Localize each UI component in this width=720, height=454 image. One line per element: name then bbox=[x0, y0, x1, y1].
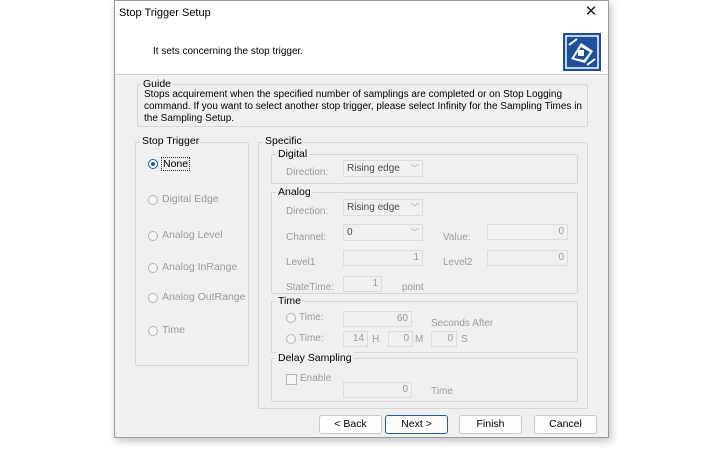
radio-none-button[interactable] bbox=[148, 159, 158, 169]
radio-time-label: Time bbox=[162, 324, 185, 336]
time-clock-radio-button[interactable] bbox=[286, 334, 296, 344]
cancel-button[interactable]: Cancel bbox=[534, 415, 597, 434]
wizard-header: It sets concerning the stop trigger. bbox=[115, 24, 608, 75]
value-label: Value: bbox=[443, 232, 471, 243]
channel-label: Channel: bbox=[286, 232, 327, 243]
seconds-unit: S bbox=[461, 334, 468, 345]
radio-analog-outrange-button[interactable] bbox=[148, 293, 158, 303]
delay-sampling-legend: Delay Sampling bbox=[276, 352, 354, 364]
radio-analog-outrange-label: Analog OutRange bbox=[162, 291, 246, 303]
level1-label: Level1 bbox=[286, 257, 316, 268]
hours-unit: H bbox=[372, 334, 380, 345]
radio-analog-outrange[interactable]: Analog OutRange bbox=[148, 291, 246, 305]
level1-field[interactable]: 1 bbox=[343, 250, 423, 266]
time-clock-radio-label: Time: bbox=[299, 333, 324, 344]
time-clock-radio[interactable]: Time: bbox=[286, 333, 336, 346]
next-button[interactable]: Next > bbox=[385, 415, 448, 434]
digital-direction-label: Direction: bbox=[286, 167, 329, 178]
seconds-after-label: Seconds After bbox=[431, 318, 494, 329]
radio-time[interactable]: Time bbox=[148, 324, 238, 338]
channel-value: 0 bbox=[347, 227, 353, 238]
wizard-logo-icon bbox=[563, 33, 601, 71]
finish-button[interactable]: Finish bbox=[459, 415, 522, 434]
analog-legend: Analog bbox=[276, 186, 313, 198]
radio-none-label: None bbox=[161, 157, 191, 171]
radio-digital-edge[interactable]: Digital Edge bbox=[148, 193, 243, 207]
chevron-down-icon: ﹀ bbox=[411, 203, 419, 212]
radio-analog-level-button[interactable] bbox=[148, 231, 158, 241]
stop-trigger-legend: Stop Trigger bbox=[140, 135, 202, 147]
time-seconds-radio-label: Time: bbox=[299, 312, 324, 323]
analog-direction-label: Direction: bbox=[286, 206, 329, 217]
minutes-field[interactable]: 0 bbox=[388, 331, 413, 347]
level2-label: Level2 bbox=[443, 257, 473, 268]
radio-digital-edge-label: Digital Edge bbox=[162, 193, 219, 205]
time-legend: Time bbox=[276, 295, 303, 307]
enable-checkbox-label: Enable bbox=[300, 373, 332, 384]
guide-text: Stops acquirement when the specified num… bbox=[144, 89, 582, 124]
radio-none[interactable]: None bbox=[148, 157, 238, 171]
window-title: Stop Trigger Setup bbox=[119, 7, 211, 19]
time-seconds-radio[interactable]: Time: bbox=[286, 312, 336, 325]
digital-legend: Digital bbox=[276, 148, 310, 160]
statetime-field[interactable]: 1 bbox=[343, 276, 382, 292]
radio-analog-inrange-button[interactable] bbox=[148, 263, 158, 273]
chevron-down-icon: ﹀ bbox=[411, 228, 419, 237]
radio-time-button[interactable] bbox=[148, 326, 158, 336]
delay-value-field[interactable]: 0 bbox=[343, 382, 412, 398]
statetime-unit: point bbox=[402, 282, 424, 293]
channel-select[interactable]: 0 ﹀ bbox=[343, 224, 423, 241]
header-subtitle: It sets concerning the stop trigger. bbox=[153, 46, 304, 57]
title-bar: Stop Trigger Setup ✕ bbox=[115, 1, 608, 24]
minutes-unit: M bbox=[415, 334, 424, 345]
radio-analog-inrange-label: Analog InRange bbox=[162, 261, 238, 273]
back-button[interactable]: < Back bbox=[319, 415, 382, 434]
radio-analog-inrange[interactable]: Analog InRange bbox=[148, 261, 243, 275]
digital-direction-select[interactable]: Rising edge ﹀ bbox=[343, 160, 423, 177]
delay-unit: Time bbox=[431, 386, 453, 397]
specific-legend: Specific bbox=[263, 135, 304, 147]
analog-direction-select[interactable]: Rising edge ﹀ bbox=[343, 199, 423, 216]
time-seconds-radio-button[interactable] bbox=[286, 313, 296, 323]
enable-checkbox-box[interactable] bbox=[286, 374, 297, 385]
value-field[interactable]: 0 bbox=[487, 224, 568, 240]
hours-field[interactable]: 14 bbox=[343, 331, 368, 347]
radio-analog-level-label: Analog Level bbox=[162, 229, 223, 241]
radio-analog-level[interactable]: Analog Level bbox=[148, 229, 243, 243]
seconds-field[interactable]: 0 bbox=[431, 331, 457, 347]
chevron-down-icon: ﹀ bbox=[411, 164, 419, 173]
radio-digital-edge-button[interactable] bbox=[148, 195, 158, 205]
level2-field[interactable]: 0 bbox=[487, 250, 568, 266]
enable-checkbox[interactable]: Enable bbox=[286, 373, 336, 386]
analog-direction-value: Rising edge bbox=[347, 202, 400, 213]
close-icon[interactable]: ✕ bbox=[580, 3, 602, 21]
time-seconds-field[interactable]: 60 bbox=[343, 311, 412, 327]
statetime-label: StateTime: bbox=[286, 282, 334, 293]
digital-direction-value: Rising edge bbox=[347, 163, 400, 174]
